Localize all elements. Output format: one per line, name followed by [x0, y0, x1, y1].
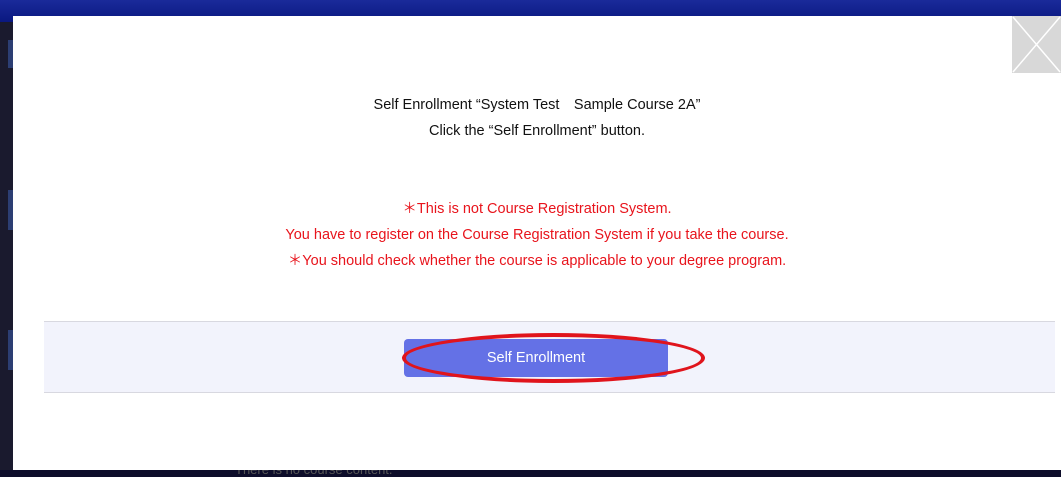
warning-message: ＊This is not Course Registration System.… [13, 196, 1061, 274]
warning-line-2: You have to register on the Course Regis… [285, 227, 789, 243]
self-enrollment-modal: Self Enrollment “System Test Sample Cour… [13, 16, 1061, 470]
warning-line-3: ＊You should check whether the course is … [287, 253, 787, 269]
self-enrollment-button[interactable]: Self Enrollment [404, 339, 668, 377]
close-button[interactable] [1012, 16, 1061, 73]
warning-line-1: ＊This is not Course Registration System. [402, 201, 672, 217]
close-icon [1012, 16, 1061, 73]
message-line-2: Click the “Self Enrollment” button. [429, 123, 645, 139]
enrollment-message: Self Enrollment “System Test Sample Cour… [13, 92, 1061, 144]
modal-footer: Self Enrollment [44, 321, 1055, 393]
message-line-1: Self Enrollment “System Test Sample Cour… [373, 97, 701, 113]
